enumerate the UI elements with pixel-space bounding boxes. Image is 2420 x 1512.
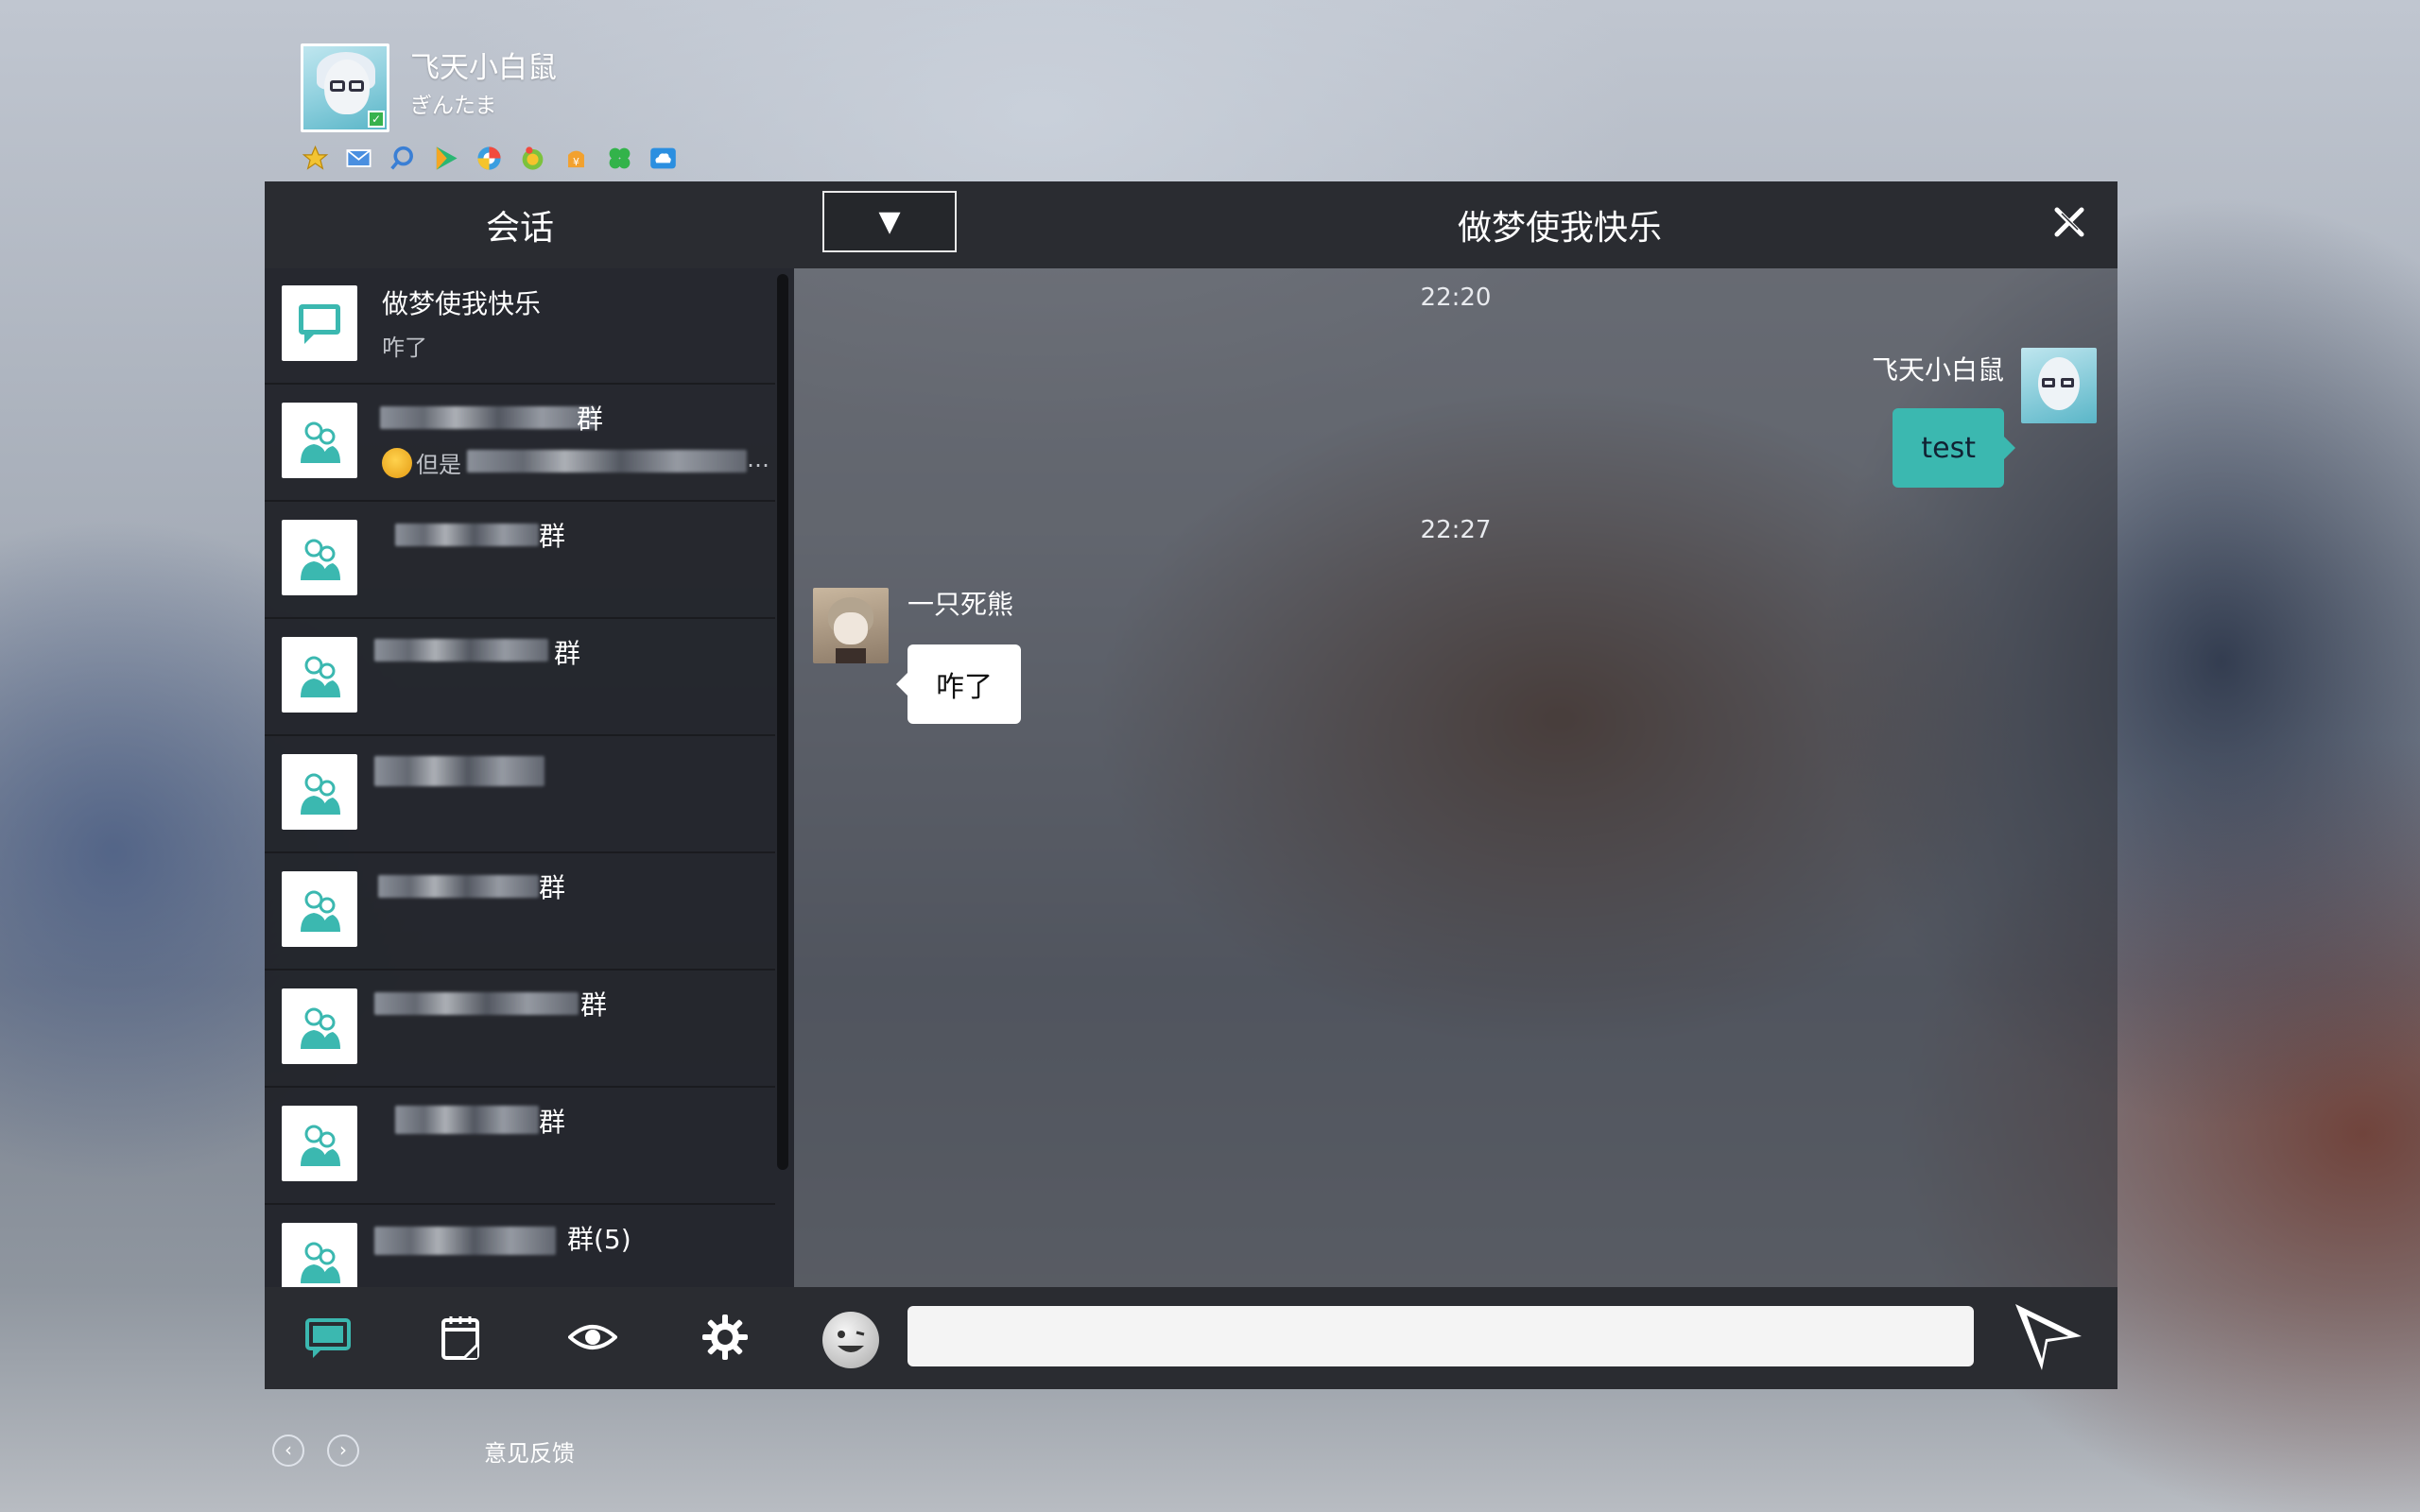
bottom-toolbar: [265, 1287, 2118, 1389]
group-icon: [282, 754, 357, 830]
message-input[interactable]: [908, 1306, 1974, 1366]
conversation-name: 做梦使我快乐: [382, 288, 542, 319]
conversation-item[interactable]: 群(5): [265, 1206, 775, 1287]
chat-icon[interactable]: [302, 1312, 354, 1363]
app-icon-bar: ¥: [301, 144, 678, 173]
conversation-name-suffix: 群: [539, 872, 566, 903]
group-icon: [282, 1223, 357, 1287]
send-icon[interactable]: [2010, 1300, 2085, 1376]
conversation-name-suffix: 群: [539, 1107, 566, 1138]
conversation-item[interactable]: 群: [265, 971, 775, 1088]
gear-icon[interactable]: [700, 1312, 751, 1363]
redacted-name: [395, 524, 539, 546]
tab-sessions[interactable]: 会话: [265, 181, 775, 268]
redacted-name: [374, 992, 579, 1015]
conversation-name-suffix: 群: [554, 638, 581, 669]
chat-window: 会话 ▼ 做梦使我快乐 做梦使我快乐 咋了 群 但是 … 群 群 群 群 群 群…: [265, 181, 2118, 1389]
forward-arrow-icon[interactable]: ›: [327, 1435, 359, 1467]
dropdown-button[interactable]: ▼: [822, 191, 957, 252]
conversation-preview-ellipsis: …: [747, 446, 769, 472]
chat-bubble-icon: [282, 285, 357, 361]
group-icon: [282, 520, 357, 595]
star-icon[interactable]: [301, 144, 330, 173]
conversation-list[interactable]: 做梦使我快乐 咋了 群 但是 … 群 群 群 群 群 群(5): [265, 268, 794, 1287]
profile-name: 飞天小白鼠: [410, 51, 557, 85]
window-topbar: 会话 ▼ 做梦使我快乐: [265, 181, 2118, 268]
svg-text:¥: ¥: [573, 156, 579, 168]
group-icon: [282, 871, 357, 947]
message-bubble-sent[interactable]: test: [1893, 408, 2015, 488]
conversation-preview: 咋了: [382, 335, 427, 361]
sender-name: 一只死熊: [908, 589, 1014, 620]
redacted-preview: [467, 450, 747, 472]
conversation-name-suffix: 群: [539, 521, 566, 552]
close-icon[interactable]: [2049, 202, 2089, 242]
redacted-name: [395, 1106, 539, 1134]
clover-icon[interactable]: [605, 144, 634, 173]
conversation-item[interactable]: 群: [265, 1089, 775, 1205]
conversation-name-suffix: 群: [580, 989, 608, 1021]
message-bubble-received[interactable]: 咋了: [896, 644, 1021, 724]
calendar-icon[interactable]: [435, 1312, 486, 1363]
profile-signature[interactable]: ぎんたま: [410, 87, 496, 119]
contact-avatar[interactable]: [813, 588, 889, 663]
redacted-name: [374, 1227, 556, 1255]
user-avatar[interactable]: ✓: [301, 43, 389, 132]
mail-icon[interactable]: [344, 144, 373, 173]
conversation-name-suffix: 群: [577, 404, 604, 435]
emoji-button-icon[interactable]: [822, 1312, 879, 1368]
conversation-preview: 但是: [416, 452, 461, 478]
conversation-item[interactable]: 做梦使我快乐 咋了: [265, 268, 775, 385]
conversation-item[interactable]: 群: [265, 503, 775, 619]
feedback-link[interactable]: 意见反馈: [484, 1435, 575, 1468]
chat-title: 做梦使我快乐: [1457, 209, 1662, 248]
group-icon: [282, 988, 357, 1064]
redacted-name: [374, 639, 548, 662]
group-icon: [282, 403, 357, 478]
group-icon: [282, 637, 357, 713]
message-timestamp: 22:20: [1420, 284, 1492, 312]
sender-name: 飞天小白鼠: [1871, 354, 2004, 386]
conversation-item[interactable]: 群: [265, 620, 775, 736]
cloud-icon[interactable]: [648, 144, 678, 173]
game-icon[interactable]: [518, 144, 547, 173]
browser-icon[interactable]: [475, 144, 504, 173]
search-icon[interactable]: [388, 144, 417, 173]
eye-icon[interactable]: [567, 1312, 618, 1363]
conversation-name-suffix: 群(5): [567, 1224, 631, 1255]
chat-area[interactable]: 22:20 飞天小白鼠 test 22:27 一只死熊 咋了: [794, 268, 2118, 1287]
conversation-item[interactable]: [265, 737, 775, 853]
redacted-name: [374, 756, 544, 786]
online-status-icon: ✓: [368, 111, 385, 128]
group-icon: [282, 1106, 357, 1181]
wallet-icon[interactable]: ¥: [562, 144, 591, 173]
conversation-scrollbar[interactable]: [777, 274, 788, 1170]
redacted-name: [378, 875, 539, 898]
conversation-item[interactable]: 群: [265, 854, 775, 971]
redacted-name: [380, 406, 596, 429]
my-avatar[interactable]: [2021, 348, 2097, 423]
conversation-item[interactable]: 群 但是 …: [265, 386, 775, 502]
message-timestamp: 22:27: [1420, 516, 1492, 544]
play-icon[interactable]: [431, 144, 460, 173]
back-arrow-icon[interactable]: ‹: [272, 1435, 304, 1467]
emoji-icon: [382, 448, 412, 478]
